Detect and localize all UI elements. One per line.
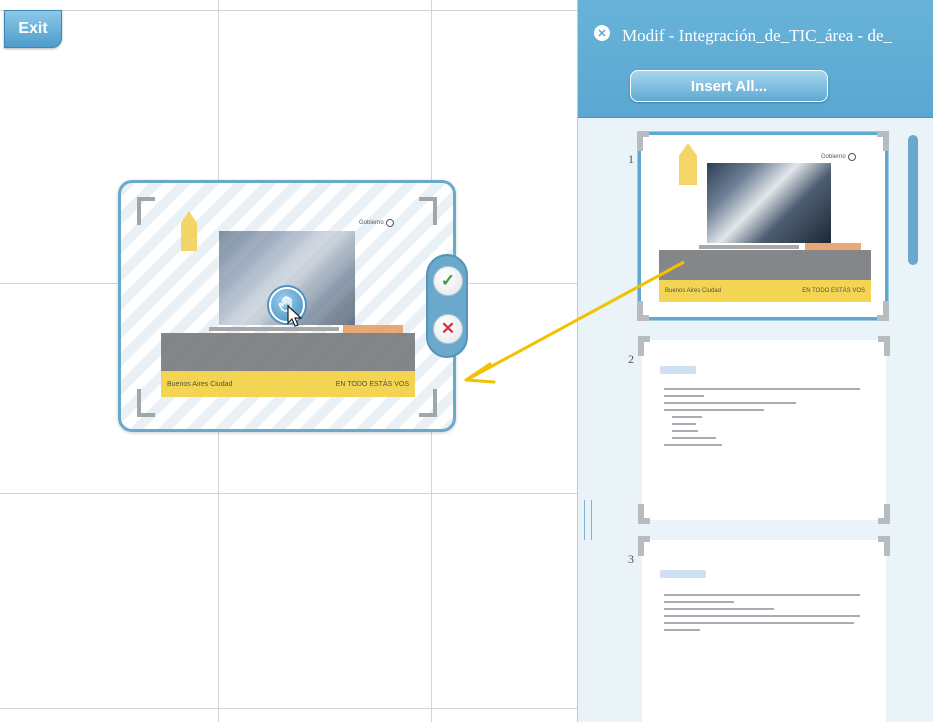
slide-logo: Gobierno: [821, 153, 856, 161]
slide-tab-line: [699, 245, 799, 249]
confirm-controls: ✓ ✕: [426, 254, 468, 358]
close-icon: ✕: [597, 27, 607, 40]
frame-corner: [638, 536, 650, 556]
frame-corner: [877, 301, 889, 321]
footer-left-text: Buenos Aires Ciudad: [167, 380, 233, 388]
logo-emblem-icon: [847, 153, 856, 161]
frame-corner: [419, 197, 437, 225]
close-panel-button[interactable]: ✕: [594, 25, 610, 41]
text-line: [664, 615, 860, 617]
text-line: [672, 416, 702, 418]
text-line: [664, 629, 700, 631]
text-line: [664, 601, 734, 603]
frame-corner: [878, 536, 890, 556]
grid-line: [0, 493, 577, 494]
slide-footer: Buenos Aires Ciudad EN TODO ESTÁS VOS: [161, 371, 415, 397]
slide-logo: Gobierno: [359, 219, 394, 227]
exit-button[interactable]: Exit: [4, 10, 62, 48]
text-line: [664, 409, 764, 411]
text-line: [664, 444, 722, 446]
slide-heading-tag: [660, 366, 696, 374]
slide-orange-tab: [805, 243, 861, 250]
frame-corner: [137, 389, 155, 417]
frame-corner: [638, 504, 650, 524]
slide-import-window: Exit Gobierno Buenos Aires Ciudad EN TOD…: [0, 0, 933, 722]
slide-number: 3: [628, 552, 634, 566]
text-line: [664, 608, 774, 610]
footer-right-text: EN TODO ESTÁS VOS: [802, 288, 865, 294]
checkmark-icon: ✓: [440, 271, 456, 290]
confirm-button[interactable]: ✓: [433, 266, 463, 296]
footer-right-text: EN TODO ESTÁS VOS: [335, 380, 409, 388]
slide-orange-tab: [343, 325, 403, 333]
scrollbar-thumb[interactable]: [908, 135, 918, 265]
slide-tab-line: [209, 327, 339, 331]
slide-footer: Buenos Aires Ciudad EN TODO ESTÁS VOS: [659, 280, 871, 302]
grid-line: [0, 708, 577, 709]
frame-corner: [637, 301, 649, 321]
frame-corner: [637, 131, 649, 151]
frame-corner: [137, 197, 155, 225]
slide-number: 1: [628, 152, 634, 166]
panel-resize-handle[interactable]: [584, 500, 592, 540]
grid-line: [0, 10, 577, 11]
panel-header: ✕ Modif - Integración_de_TIC_área - de_ …: [578, 0, 933, 118]
slide-thumbnail-2[interactable]: [638, 336, 890, 524]
slide-thumbnail-1[interactable]: Gobierno Buenos Aires Ciudad EN TODO EST…: [637, 131, 889, 321]
insert-all-button[interactable]: Insert All...: [630, 70, 828, 102]
slide-flag-shape: [679, 143, 697, 185]
frame-corner: [877, 131, 889, 151]
text-line: [672, 437, 716, 439]
frame-corner: [878, 504, 890, 524]
footer-left-text: Buenos Aires Ciudad: [665, 288, 722, 294]
slide-library-panel: ✕ Modif - Integración_de_TIC_área - de_ …: [577, 0, 933, 722]
text-line: [672, 430, 698, 432]
cancel-button[interactable]: ✕: [433, 314, 463, 344]
slide-number: 2: [628, 352, 634, 366]
frame-corner: [638, 336, 650, 356]
slide-photo: [707, 163, 831, 243]
slide-canvas[interactable]: Exit Gobierno Buenos Aires Ciudad EN TOD…: [0, 0, 577, 722]
text-line: [664, 622, 854, 624]
text-line: [664, 402, 796, 404]
frame-corner: [878, 336, 890, 356]
slide-flag-shape: [181, 211, 197, 251]
slide-heading-tag: [660, 570, 706, 578]
close-icon: ✕: [440, 319, 456, 338]
frame-corner: [419, 389, 437, 417]
text-line: [664, 395, 704, 397]
panel-title: Modif - Integración_de_TIC_área - de_: [622, 26, 892, 45]
slide-gray-band: [659, 250, 871, 280]
slide-thumbnail-3[interactable]: [638, 536, 890, 722]
logo-emblem-icon: [385, 219, 394, 227]
text-line: [672, 423, 696, 425]
dragged-slide-preview[interactable]: Gobierno Buenos Aires Ciudad EN TODO EST…: [118, 180, 456, 432]
text-line: [664, 388, 860, 390]
text-line: [664, 594, 860, 596]
mouse-cursor-icon: [287, 305, 303, 327]
slide-gray-band: [161, 333, 415, 371]
